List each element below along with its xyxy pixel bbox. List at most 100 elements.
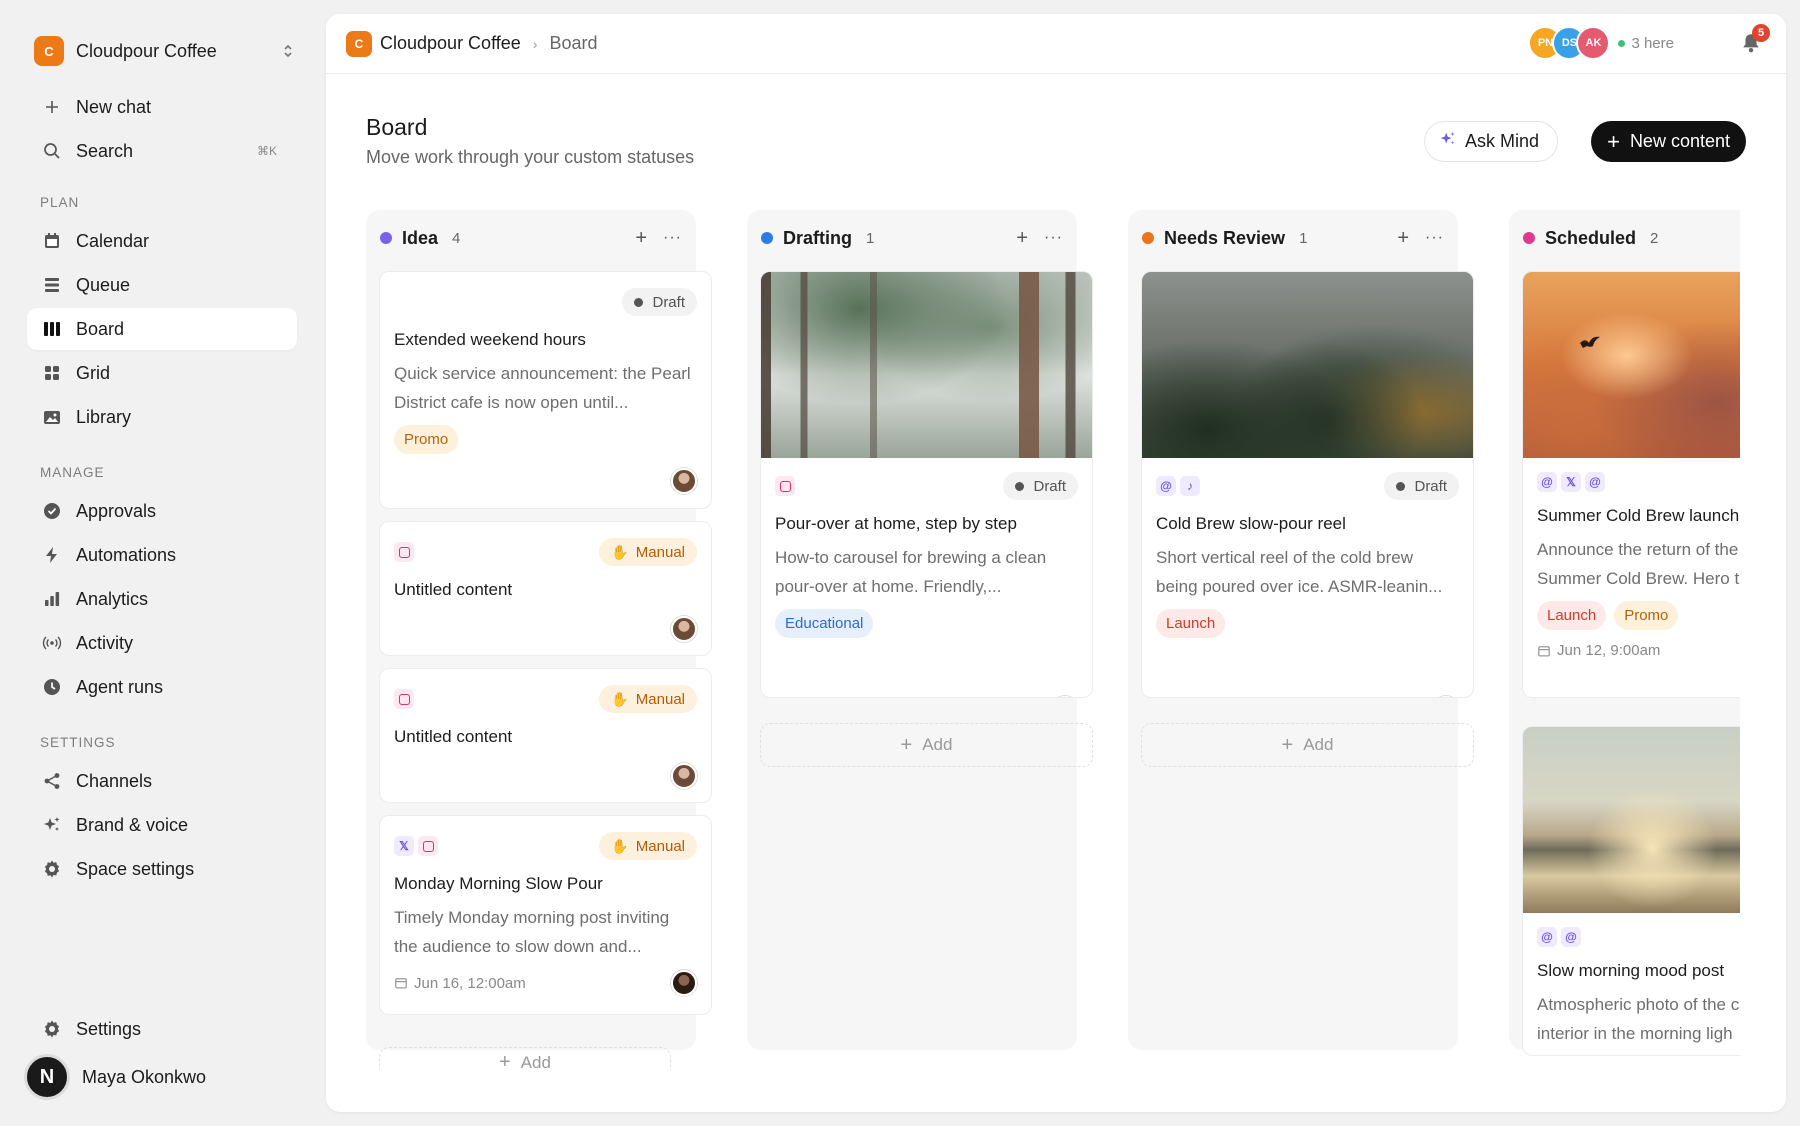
column-header: Scheduled 2 xyxy=(1523,226,1735,250)
card-description: Quick service announcement: the Pearl Di… xyxy=(394,364,691,412)
user-profile[interactable]: N Maya Okonkwo xyxy=(24,1054,206,1100)
card-title: Untitled content xyxy=(394,580,513,599)
sidebar-item-queue[interactable]: Queue xyxy=(27,264,297,306)
more-icon[interactable]: ··· xyxy=(1044,229,1063,247)
add-card-button[interactable]: + Add xyxy=(760,723,1093,767)
column-idea: Idea 4 + ··· Draft Extended weekend hour… xyxy=(366,210,712,1070)
status-badge-label: Manual xyxy=(635,690,685,708)
card-image xyxy=(1142,272,1473,458)
threads-icon: @ xyxy=(1537,472,1557,492)
add-label: Add xyxy=(1303,735,1334,754)
add-card-button[interactable]: + Add xyxy=(379,1047,671,1070)
status-badge-label: Draft xyxy=(1414,477,1447,495)
card-description: Announce the return of the Summer Cold B… xyxy=(1537,540,1740,588)
online-dot-icon xyxy=(1618,39,1626,47)
settings-label: Settings xyxy=(76,1018,142,1039)
card-description: How-to carousel for brewing a clean pour… xyxy=(775,548,1047,596)
content-card[interactable]: Draft Pour-over at home, step by step Ho… xyxy=(760,271,1093,698)
sparkle-icon xyxy=(41,814,63,836)
card-title: Untitled content xyxy=(394,727,513,746)
avatar xyxy=(1052,696,1078,697)
gear-icon xyxy=(41,858,63,880)
sidebar-item-automations[interactable]: Automations xyxy=(27,534,297,576)
status-dot-icon xyxy=(634,297,644,307)
add-label: Add xyxy=(922,735,953,754)
sidebar-item-space-settings[interactable]: Space settings xyxy=(27,848,297,890)
scheduled-date: Jun 12, 9:00am xyxy=(1537,642,1660,659)
status-dot-icon xyxy=(761,232,773,244)
sidebar-item-channels[interactable]: Channels xyxy=(27,760,297,802)
tag-promo: Promo xyxy=(1614,601,1679,630)
more-icon[interactable]: ··· xyxy=(663,229,682,247)
x-twitter-icon: 𝕏 xyxy=(394,836,414,856)
instagram-icon xyxy=(775,476,795,496)
new-chat-button[interactable]: New chat xyxy=(27,86,297,128)
tag-launch: Launch xyxy=(1537,601,1607,630)
status-dot-icon xyxy=(1523,232,1535,244)
page-title: Board xyxy=(366,114,428,140)
presence-group[interactable]: PN DS AK 3 here xyxy=(1528,26,1674,60)
content-card[interactable]: @ 𝕏 @ Summer Cold Brew launch Announce t… xyxy=(1522,271,1746,698)
settings-button[interactable]: Settings xyxy=(27,1008,297,1050)
sidebar-item-activity[interactable]: Activity xyxy=(27,622,297,664)
sidebar-item-grid[interactable]: Grid xyxy=(27,352,297,394)
workspace-logo: C xyxy=(346,30,372,57)
main-panel: C Cloudpour Coffee › Board PN DS AK 3 he… xyxy=(326,14,1786,1112)
sidebar-item-board[interactable]: Board xyxy=(27,308,297,350)
add-card-button[interactable]: + xyxy=(1016,227,1028,250)
notifications-button[interactable]: 5 xyxy=(1740,24,1770,56)
bolt-icon xyxy=(41,544,63,566)
content-card[interactable]: @ @ Slow morning mood post Atmospheric p… xyxy=(1522,726,1746,1056)
chevron-right-icon: › xyxy=(532,35,538,52)
content-card[interactable]: ✋ Manual Untitled content xyxy=(379,668,712,803)
sidebar-item-label: Calendar xyxy=(76,230,150,251)
new-content-button[interactable]: + New content xyxy=(1591,121,1746,162)
card-title: Summer Cold Brew launch xyxy=(1537,506,1740,525)
more-icon[interactable]: ··· xyxy=(1425,229,1444,247)
sidebar-item-library[interactable]: Library xyxy=(27,396,297,438)
sidebar-item-analytics[interactable]: Analytics xyxy=(27,578,297,620)
content-card[interactable]: ✋ Manual Untitled content xyxy=(379,521,712,656)
threads-icon: @ xyxy=(1537,927,1557,947)
content-card[interactable]: 𝕏 ✋ Manual Monday Morning Slow Pour Timel… xyxy=(379,815,712,1015)
status-badge: Draft xyxy=(1384,472,1459,500)
breadcrumb-workspace[interactable]: Cloudpour Coffee xyxy=(380,33,521,54)
content-card[interactable]: Draft Extended weekend hours Quick servi… xyxy=(379,271,712,509)
add-card-button[interactable]: + xyxy=(635,227,647,250)
search-label: Search xyxy=(76,140,134,161)
status-badge-label: Draft xyxy=(1033,477,1066,495)
sidebar-item-brand-voice[interactable]: Brand & voice xyxy=(27,804,297,846)
content-card[interactable]: @ ♪ Draft Cold Brew slow-pour reel Short… xyxy=(1141,271,1474,698)
bird-icon xyxy=(1580,336,1600,348)
instagram-icon xyxy=(418,836,438,856)
avatar: N xyxy=(24,1054,70,1100)
add-card-button[interactable]: + xyxy=(1397,227,1409,250)
sidebar-item-label: Board xyxy=(76,318,125,339)
avatar xyxy=(1433,696,1459,697)
ask-mind-button[interactable]: Ask Mind xyxy=(1423,121,1558,162)
add-card-button[interactable]: + Add xyxy=(1141,723,1474,767)
sidebar-item-label: Automations xyxy=(76,544,177,565)
sidebar-item-label: Approvals xyxy=(76,500,157,521)
status-badge: ✋ Manual xyxy=(599,832,697,860)
sidebar-item-agent-runs[interactable]: Agent runs xyxy=(27,666,297,708)
ask-mind-label: Ask Mind xyxy=(1464,131,1539,151)
card-title: Slow morning mood post xyxy=(1537,961,1725,980)
column-count: 2 xyxy=(1650,229,1659,247)
broadcast-icon xyxy=(41,632,63,654)
search-shortcut: ⌘K xyxy=(256,144,277,158)
new-content-label: New content xyxy=(1629,131,1730,151)
hand-icon: ✋ xyxy=(611,543,629,560)
hand-icon: ✋ xyxy=(611,837,629,854)
presence-count: 3 here xyxy=(1618,35,1674,52)
card-description: Atmospheric photo of the c interior in t… xyxy=(1537,995,1740,1043)
sidebar-item-approvals[interactable]: Approvals xyxy=(27,490,297,532)
status-badge: ✋ Manual xyxy=(599,538,697,566)
workspace-name: Cloudpour Coffee xyxy=(76,40,217,61)
sidebar-item-label: Space settings xyxy=(76,858,195,879)
search-button[interactable]: Search ⌘K xyxy=(27,130,297,172)
sidebar-item-calendar[interactable]: Calendar xyxy=(27,220,297,262)
workspace-switcher[interactable]: C Cloudpour Coffee xyxy=(34,34,294,68)
sidebar-item-label: Brand & voice xyxy=(76,814,189,835)
sidebar-item-label: Queue xyxy=(76,274,131,295)
